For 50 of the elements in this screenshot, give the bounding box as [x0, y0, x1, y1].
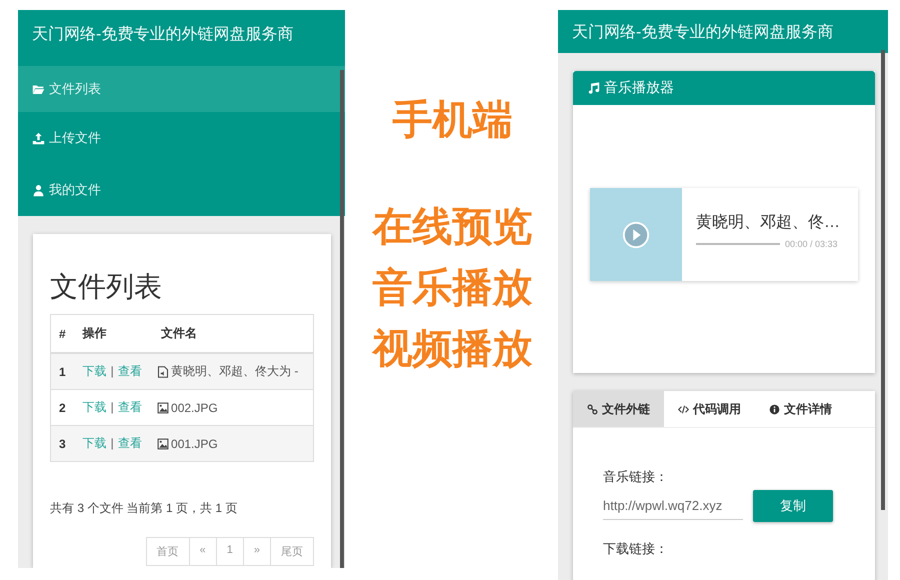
action-link[interactable]: 下载 [82, 364, 107, 378]
app-title: 天门网络-免费专业的外链网盘服务商 [32, 26, 294, 43]
image-file-icon [157, 438, 170, 450]
app-title: 天门网络-免费专业的外链网盘服务商 [572, 24, 834, 41]
code-icon [678, 404, 689, 414]
pagination-button[interactable]: » [242, 537, 271, 566]
action-link[interactable]: 查看 [118, 364, 142, 378]
card-title: 音乐播放器 [604, 79, 674, 97]
promo-feature: 在线预览 [372, 203, 532, 252]
action-link[interactable]: 下载 [82, 400, 107, 414]
tab[interactable]: 文件详情 [755, 391, 846, 427]
menu-item[interactable]: 我的文件 [18, 164, 345, 216]
file-summary: 共有 3 个文件 当前第 1 页，共 1 页 [50, 500, 238, 517]
pagination-button[interactable]: 1 [216, 537, 244, 566]
tab[interactable]: 代码调用 [664, 391, 755, 427]
time-readout: 00:00 / 03:33 [785, 239, 838, 249]
user-icon [32, 184, 45, 196]
play-button[interactable] [622, 220, 650, 248]
audio-file-icon [157, 366, 170, 378]
action-link[interactable]: 查看 [118, 436, 142, 450]
info-icon [769, 404, 780, 414]
menu-item[interactable]: 上传文件 [18, 112, 345, 164]
promo-feature: 音乐播放 [372, 264, 532, 313]
separator: | [110, 400, 114, 414]
promo-headline: 手机端 [392, 96, 512, 145]
action-link[interactable]: 查看 [118, 400, 142, 414]
pagination-button[interactable]: 尾页 [270, 537, 314, 566]
copy-button[interactable]: 复制 [753, 490, 833, 522]
menu-item[interactable]: 文件列表 [18, 66, 345, 112]
table-cell: 3 [50, 426, 75, 462]
separator: | [110, 436, 114, 450]
music-note-icon [587, 82, 600, 94]
upload-icon [32, 132, 45, 144]
file-name: 001.JPG [171, 436, 218, 451]
pagination-button[interactable]: « [188, 537, 217, 566]
action-link[interactable]: 下载 [82, 436, 107, 450]
file-name: 002.JPG [171, 400, 218, 415]
separator: | [110, 364, 114, 378]
folder-icon [32, 82, 45, 96]
table-cell: 1 [50, 353, 75, 390]
field-label: 音乐链接： [603, 468, 669, 486]
page-heading: 文件列表 [50, 270, 163, 304]
track-title: 黄晓明、邓超、佟… [696, 212, 841, 233]
pagination-button[interactable]: 首页 [146, 537, 190, 566]
promo-feature: 视频播放 [372, 325, 532, 374]
image-file-icon [157, 402, 170, 414]
field-label: 下载链接： [603, 540, 669, 558]
tab[interactable]: 文件外链 [573, 391, 664, 427]
link-icon [587, 404, 598, 414]
file-name: 黄晓明、邓超、佟大为 - [171, 363, 298, 380]
